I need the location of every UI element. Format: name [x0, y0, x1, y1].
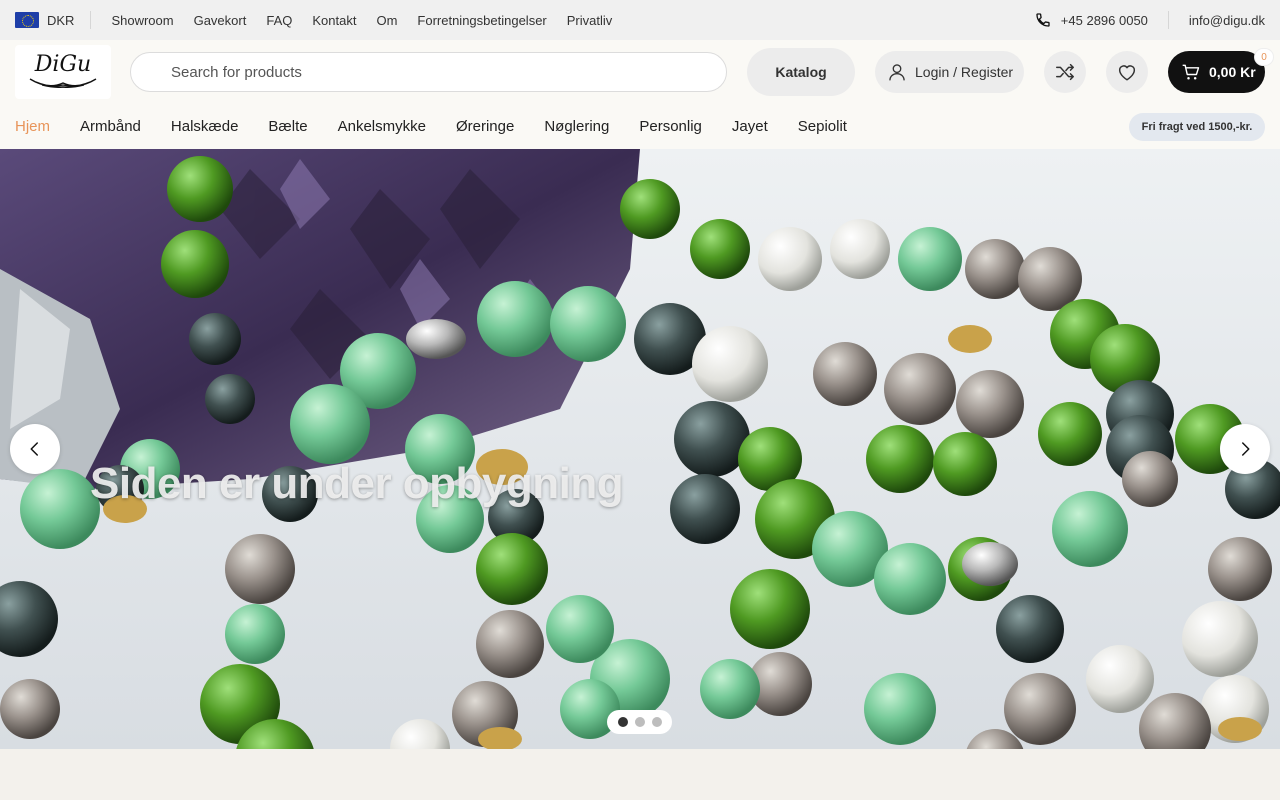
compare-button[interactable]: [1044, 51, 1086, 93]
heart-icon: [1118, 65, 1136, 81]
top-link-om[interactable]: Om: [376, 13, 397, 28]
phone-number: +45 2896 0050: [1060, 12, 1148, 28]
top-link-showroom[interactable]: Showroom: [111, 13, 173, 28]
phone-icon: [1036, 13, 1050, 27]
top-link-kontakt[interactable]: Kontakt: [312, 13, 356, 28]
top-links: Showroom Gavekort FAQ Kontakt Om Forretn…: [111, 13, 612, 28]
slider-dot-2[interactable]: [634, 717, 645, 727]
chevron-right-icon: [1242, 442, 1250, 456]
cart-icon: [1182, 64, 1200, 80]
shuffle-icon: [1056, 63, 1074, 81]
wishlist-button[interactable]: [1106, 51, 1148, 93]
hero-image: [0, 149, 1280, 749]
nav-item-armband[interactable]: Armbånd: [80, 118, 141, 135]
top-link-faq[interactable]: FAQ: [266, 13, 292, 28]
header: DiGu Search for products Katalog Login /…: [0, 40, 1280, 104]
top-link-gavekort[interactable]: Gavekort: [194, 13, 247, 28]
user-icon: [889, 64, 905, 81]
slider-pagination: [607, 710, 672, 734]
cart-count-badge: 0: [1254, 48, 1274, 66]
page-background-strip: [0, 749, 1280, 800]
top-link-forretningsbetingelser[interactable]: Forretningsbetingelser: [417, 13, 546, 28]
eu-flag-icon: [15, 12, 39, 28]
currency-label: DKR: [47, 12, 75, 28]
currency-switcher[interactable]: DKR: [15, 11, 92, 29]
main-nav: Hjem Armbånd Halskæde Bælte Ankelsmykke …: [0, 104, 1280, 149]
nav-item-noglering[interactable]: Nøglering: [544, 118, 609, 135]
nav-item-oreringe[interactable]: Øreringe: [456, 118, 514, 135]
nav-item-personlig[interactable]: Personlig: [639, 118, 702, 135]
login-label: Login / Register: [915, 64, 1014, 80]
cart-total: 0,00 Kr: [1209, 64, 1256, 80]
login-button[interactable]: Login / Register: [875, 51, 1024, 93]
chevron-left-icon: [30, 442, 38, 456]
nav-item-sepiolit[interactable]: Sepiolit: [798, 118, 847, 135]
logo-text: DiGu: [34, 52, 92, 77]
top-bar: DKR Showroom Gavekort FAQ Kontakt Om For…: [0, 0, 1280, 40]
slider-dot-3[interactable]: [651, 717, 662, 727]
cart-button[interactable]: 0,00 Kr: [1168, 51, 1265, 93]
catalog-button[interactable]: Katalog: [747, 48, 855, 96]
logo[interactable]: DiGu: [15, 45, 111, 99]
free-shipping-badge: Fri fragt ved 1500,-kr.: [1129, 113, 1265, 141]
phone-link[interactable]: +45 2896 0050: [1035, 11, 1169, 29]
logo-wing-icon: [29, 78, 97, 88]
hero-slider: Siden er under opbygning: [0, 149, 1280, 749]
search-input[interactable]: Search for products: [130, 52, 727, 92]
slider-prev-button[interactable]: [10, 424, 60, 474]
top-contact: +45 2896 0050 info@digu.dk: [1035, 11, 1265, 29]
slider-next-button[interactable]: [1220, 424, 1270, 474]
hero-title: Siden er under opbygning: [90, 459, 624, 508]
slider-dot-1[interactable]: [617, 717, 628, 727]
nav-item-baelte[interactable]: Bælte: [268, 118, 307, 135]
nav-item-hjem[interactable]: Hjem: [15, 118, 50, 135]
top-link-privatliv[interactable]: Privatliv: [567, 13, 613, 28]
email-link[interactable]: info@digu.dk: [1169, 13, 1265, 28]
nav-item-jayet[interactable]: Jayet: [732, 118, 768, 135]
nav-item-halskaede[interactable]: Halskæde: [171, 118, 239, 135]
nav-item-ankelsmykke[interactable]: Ankelsmykke: [338, 118, 426, 135]
